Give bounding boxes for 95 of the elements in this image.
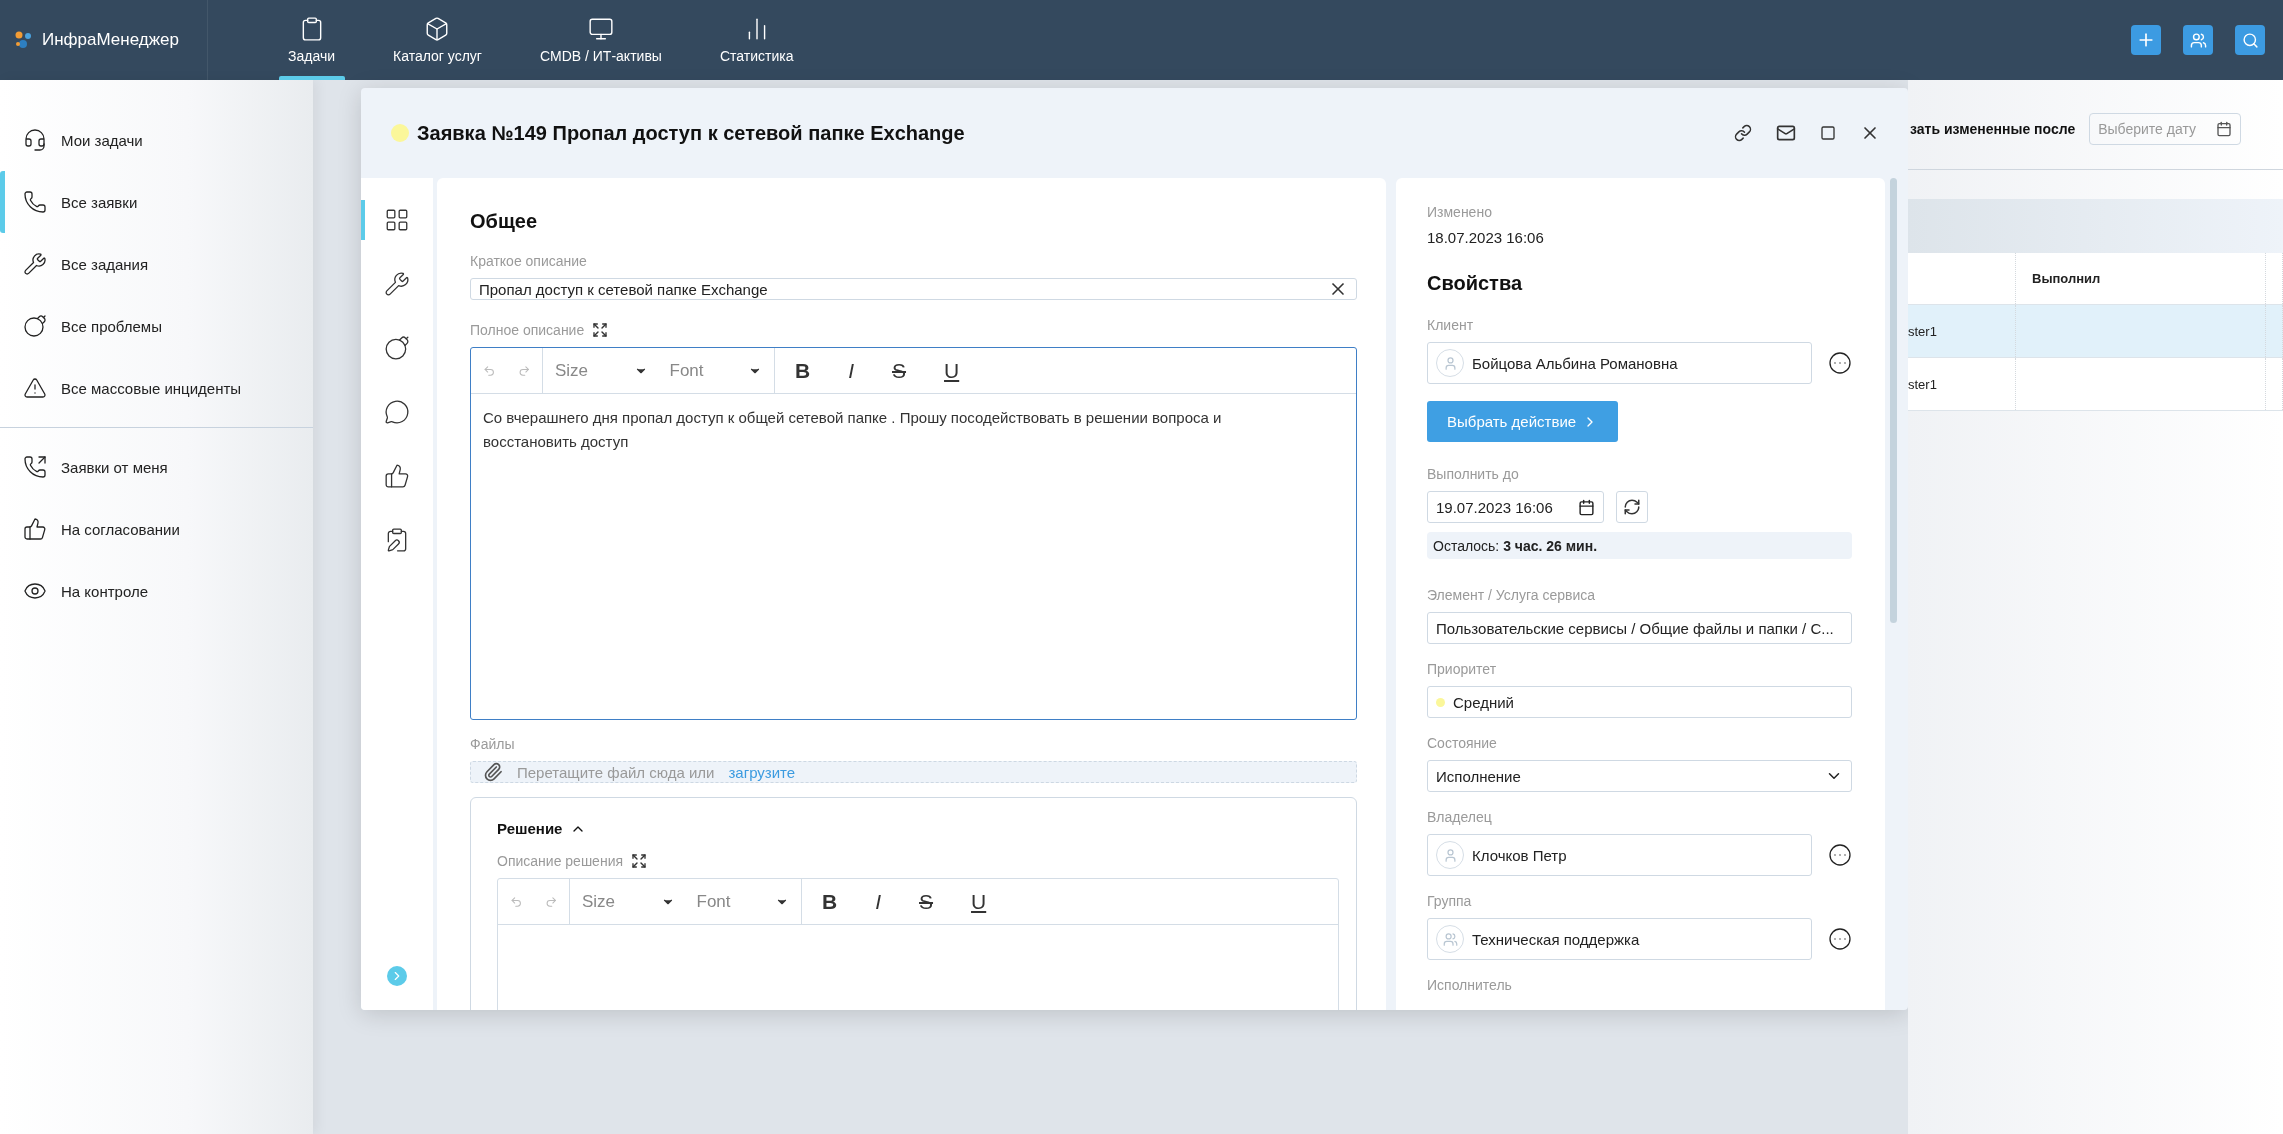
service-field[interactable]: Пользовательские сервисы / Общие файлы и папки / С... — [1427, 612, 1852, 644]
sidebar-item[interactable]: Все проблемы — [0, 295, 313, 357]
monitor-icon — [587, 16, 614, 42]
italic-button[interactable]: I — [840, 358, 862, 383]
nav-tab[interactable]: CMDB / ИТ-активы — [517, 0, 684, 80]
solution-toggle[interactable]: Решение — [497, 820, 587, 837]
dialog-title: Заявка №149 Пропал доступ к сетевой папке Exchange — [417, 121, 965, 145]
users-icon — [2189, 31, 2207, 49]
section-heading: Общее — [470, 210, 539, 233]
strikethrough-button[interactable]: S — [911, 889, 942, 914]
expand-icon[interactable] — [592, 322, 609, 338]
field-label: Описание решения — [497, 853, 624, 869]
field-label: Изменено — [1427, 204, 1492, 220]
link-icon[interactable] — [1734, 124, 1752, 142]
field-label: Группа — [1427, 893, 1472, 909]
text-editor[interactable]: Size Font B I S U — [497, 878, 1339, 1010]
font-dropdown[interactable]: Font — [696, 891, 789, 912]
calendar-icon[interactable] — [2216, 120, 2233, 137]
table-cell: ster1 — [1908, 358, 2016, 410]
bold-button[interactable]: B — [787, 358, 819, 383]
more-icon[interactable] — [1828, 351, 1852, 375]
field-label: Элемент / Услуга сервиса — [1427, 587, 1595, 603]
outgoing-call-icon — [23, 455, 47, 479]
headset-icon — [23, 128, 47, 152]
sidebar-item[interactable]: Все задания — [0, 233, 313, 295]
maximize-icon[interactable] — [1820, 125, 1836, 141]
person-field[interactable]: Техническая поддержка — [1427, 918, 1812, 960]
field-label: Владелец — [1427, 809, 1492, 825]
expand-icon[interactable] — [631, 853, 648, 869]
status-dot — [391, 124, 409, 142]
paperclip-icon — [483, 762, 503, 782]
more-icon[interactable] — [1828, 927, 1852, 951]
field-label: Приоритет — [1427, 661, 1497, 677]
short-description-field[interactable]: Пропал доступ к сетевой папке Exchange — [470, 278, 1357, 300]
italic-button[interactable]: I — [867, 889, 889, 914]
size-dropdown[interactable]: Size — [582, 891, 675, 912]
nav-tab[interactable]: Задачи — [266, 0, 357, 80]
field-label: Полное описание — [470, 322, 585, 338]
field-label: Исполнитель — [1427, 977, 1512, 993]
bomb-icon — [384, 335, 410, 361]
text-editor[interactable]: Size Font B I S U Со вчерашнего дня пропал доступ к общей сетевой папке . Прошу посодействовать в решении вопроса и восстановить доступ — [470, 347, 1357, 720]
filter-label: зать измененные после — [1910, 120, 2076, 137]
more-icon[interactable] — [1828, 843, 1852, 867]
sidebar-item[interactable]: Все массовые инциденты — [0, 357, 313, 419]
person-field[interactable]: Бойцова Альбина Романовна — [1427, 342, 1812, 384]
sidebar-item[interactable]: Мои задачи — [0, 109, 313, 171]
remaining-time: Осталось: 3 час. 26 мин. — [1427, 532, 1852, 559]
bomb-icon — [23, 314, 47, 338]
add-button[interactable] — [2131, 25, 2161, 55]
size-dropdown[interactable]: Size — [555, 360, 648, 381]
brand-name: ИнфраМенеджер — [42, 30, 179, 50]
strikethrough-button[interactable]: S — [884, 358, 915, 383]
state-select[interactable]: Исполнение — [1427, 760, 1852, 792]
thumbs-up-icon — [23, 517, 47, 541]
underline-button[interactable]: U — [936, 358, 968, 383]
grid-icon — [384, 207, 410, 233]
field-label: Файлы — [470, 736, 515, 752]
warning-triangle-icon — [23, 376, 47, 400]
font-dropdown[interactable]: Font — [669, 360, 762, 381]
nav-tab[interactable]: Каталог услуг — [371, 0, 504, 80]
bold-button[interactable]: B — [814, 889, 846, 914]
phone-icon — [23, 190, 47, 214]
table-row[interactable]: ster1 — [1908, 305, 2283, 358]
underline-button[interactable]: U — [963, 889, 995, 914]
nav-tab[interactable]: Статистика — [697, 0, 816, 80]
table-cell: ster1 — [1908, 305, 2016, 357]
person-field[interactable]: Клочков Петр — [1427, 834, 1812, 876]
mail-icon[interactable] — [1776, 123, 1796, 143]
changed-date: 18.07.2023 16:06 — [1427, 229, 1545, 246]
search-icon — [2241, 31, 2259, 49]
field-label: Выполнить до — [1427, 466, 1519, 482]
table-row[interactable]: ster1 — [1908, 358, 2283, 411]
field-label: Краткое описание — [470, 253, 587, 269]
refresh-button[interactable] — [1616, 491, 1648, 523]
search-button[interactable] — [2235, 25, 2265, 55]
sidebar-item[interactable]: На контроле — [0, 560, 313, 622]
calendar-icon[interactable] — [1578, 498, 1595, 516]
thumbs-up-icon — [384, 463, 410, 489]
sidebar-item[interactable]: Все заявки — [0, 171, 313, 233]
dropzone-hint: Перетащите файл сюда или — [517, 763, 715, 781]
wrench-icon — [384, 271, 410, 297]
description-text: Со вчерашнего дня пропал доступ к общей сетевой папке . Прошу посодействовать в решении вопроса и восстановить доступ — [482, 408, 1223, 452]
logo-icon — [14, 30, 34, 50]
scrollbar[interactable] — [1890, 178, 1900, 1010]
users-button[interactable] — [2183, 25, 2213, 55]
sidebar-item[interactable]: На согласовании — [0, 498, 313, 560]
field-label: Клиент — [1427, 317, 1474, 333]
priority-field[interactable]: Средний — [1427, 686, 1852, 718]
chat-bubble-icon — [384, 399, 410, 425]
section-heading: Свойства — [1427, 272, 1524, 295]
field-label: Состояние — [1427, 735, 1497, 751]
refresh-icon — [1623, 498, 1641, 516]
due-date-field[interactable]: 19.07.2023 16:06 — [1427, 491, 1604, 523]
sidebar-item[interactable]: Заявки от меня — [0, 436, 313, 498]
wrench-icon — [23, 252, 47, 276]
